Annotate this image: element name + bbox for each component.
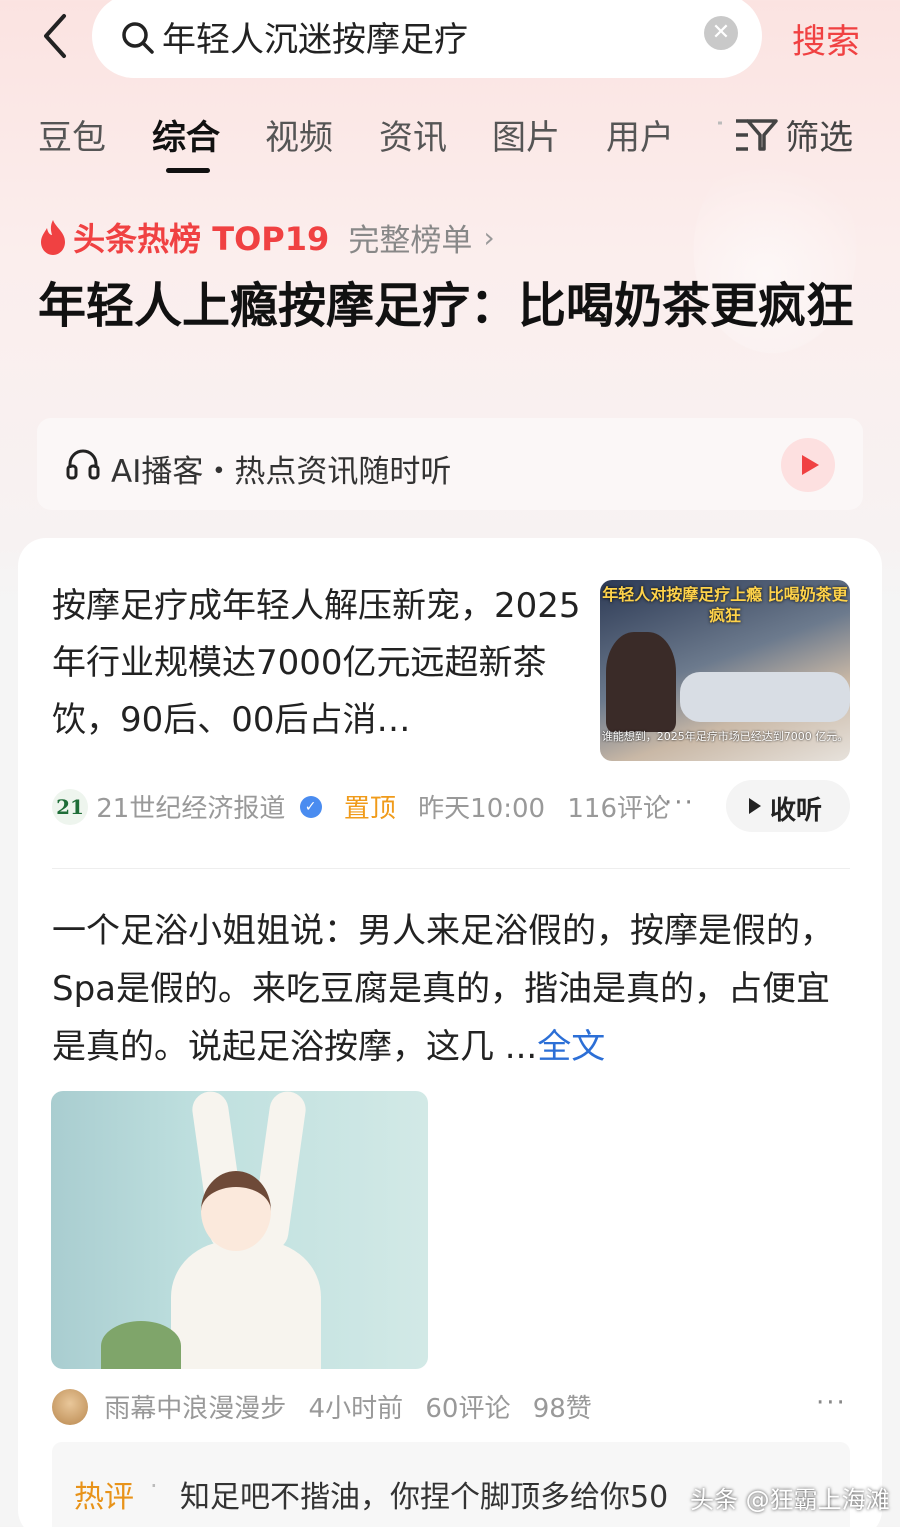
source-logo: 21 xyxy=(52,788,88,825)
listen-label: 收听 xyxy=(770,796,823,826)
thumbnail-caption: 年轻人对按摩足疗上瘾 比喝奶茶更疯狂 xyxy=(602,585,848,625)
like-count: 98赞 xyxy=(532,1394,592,1424)
tab-images[interactable]: 图片 xyxy=(492,110,560,159)
page-headline: 年轻人上瘾按摩足疗：比喝奶茶更疯狂 xyxy=(38,278,855,334)
article-time: 昨天10:00 xyxy=(418,794,546,824)
full-text-link[interactable]: 全文 xyxy=(537,1027,605,1067)
results-card: 按摩足疗成年轻人解压新宠，2025年行业规模达7000亿元远超新茶饮，90后、0… xyxy=(18,538,882,1527)
chevron-right-icon: › xyxy=(483,220,495,254)
back-button[interactable] xyxy=(40,12,80,60)
watermark: 头条 @狂霸上海滩 xyxy=(690,1486,890,1514)
play-icon xyxy=(802,455,819,475)
search-header: 年轻人沉迷按摩足疗 ✕ 搜索 xyxy=(0,0,900,90)
source-name[interactable]: 21世纪经济报道 xyxy=(96,794,285,824)
tab-users[interactable]: 用户 xyxy=(606,110,674,159)
separator-dot: · xyxy=(150,1472,158,1500)
more-options-icon[interactable]: ··· xyxy=(664,788,695,818)
headphone-icon xyxy=(66,449,100,480)
tab-news[interactable]: 资讯 xyxy=(379,110,447,159)
search-input[interactable]: 年轻人沉迷按摩足疗 ✕ xyxy=(92,0,762,78)
hot-comment-text: 知足吧不揩油，你捏个脚顶多给你50 xyxy=(180,1480,669,1515)
category-tabs: 豆包 综合 视频 资讯 图片 用户 筛选 xyxy=(0,110,900,180)
search-icon xyxy=(122,22,154,54)
article-thumbnail[interactable]: 年轻人对按摩足疗上瘾 比喝奶茶更疯狂 谁能想到，2025年足疗市场已经达到700… xyxy=(600,580,850,761)
thumbnail-subcaption: 谁能想到，2025年足疗市场已经达到7000 亿元。 xyxy=(601,730,849,743)
comment-count: 116评论 xyxy=(567,794,670,824)
verified-icon: ✓ xyxy=(299,795,322,818)
author-name[interactable]: 雨幕中浪漫漫步 xyxy=(104,1394,286,1424)
search-query-text: 年轻人沉迷按摩足疗 xyxy=(162,20,468,60)
clear-search-icon[interactable]: ✕ xyxy=(704,16,738,50)
podcast-label: AI播客・热点资讯随时听 xyxy=(111,454,452,490)
filter-label: 筛选 xyxy=(785,118,854,158)
active-tab-indicator xyxy=(166,168,210,173)
fire-icon xyxy=(41,220,65,255)
hot-rank-link[interactable]: 头条热榜 TOP19 完整榜单 › xyxy=(38,214,495,259)
listen-button[interactable]: 收听 xyxy=(726,780,850,832)
filter-button[interactable]: 筛选 xyxy=(718,110,853,160)
search-button[interactable]: 搜索 xyxy=(792,14,860,63)
post-image[interactable] xyxy=(51,1091,428,1369)
illustration-body-shape xyxy=(171,1241,321,1369)
back-arrow-icon xyxy=(44,14,66,58)
post-meta: 雨幕中浪漫漫步 4小时前 60评论 98赞 xyxy=(52,1388,592,1428)
illustration-head-shape xyxy=(201,1171,271,1251)
play-button[interactable] xyxy=(781,438,835,492)
thumbnail-person-shape xyxy=(606,632,676,732)
post-time: 4小时前 xyxy=(308,1394,404,1424)
ai-podcast-bar[interactable]: AI播客・热点资讯随时听 xyxy=(37,418,863,510)
play-icon xyxy=(749,798,761,814)
thumbnail-bed-shape xyxy=(680,672,850,722)
pinned-badge: 置顶 xyxy=(343,794,396,824)
filter-icon xyxy=(718,118,778,151)
tab-video[interactable]: 视频 xyxy=(265,110,333,159)
full-list-link[interactable]: 完整榜单 xyxy=(348,223,472,259)
post-text: 一个足浴小姐姐说：男人来足浴假的，按摩是假的，Spa是假的。来吃豆腐是真的，揩油… xyxy=(52,911,834,1067)
post-body[interactable]: 一个足浴小姐姐说：男人来足浴假的，按摩是假的，Spa是假的。来吃豆腐是真的，揩油… xyxy=(52,902,852,1076)
avatar[interactable] xyxy=(52,1388,88,1425)
divider xyxy=(52,868,850,869)
tab-doubao[interactable]: 豆包 xyxy=(38,110,106,159)
hot-rank-label: 头条热榜 TOP19 xyxy=(73,220,330,258)
article-meta: 21 21世纪经济报道 ✓ 置顶 昨天10:00 116评论 xyxy=(52,788,669,828)
illustration-plant-shape xyxy=(101,1321,181,1369)
tab-all[interactable]: 综合 xyxy=(152,110,220,159)
article-title[interactable]: 按摩足疗成年轻人解压新宠，2025年行业规模达7000亿元远超新茶饮，90后、0… xyxy=(52,578,592,749)
more-options-icon[interactable]: ··· xyxy=(816,1388,847,1418)
hot-comment-label: 热评 xyxy=(74,1480,134,1515)
comment-count: 60评论 xyxy=(425,1394,511,1424)
